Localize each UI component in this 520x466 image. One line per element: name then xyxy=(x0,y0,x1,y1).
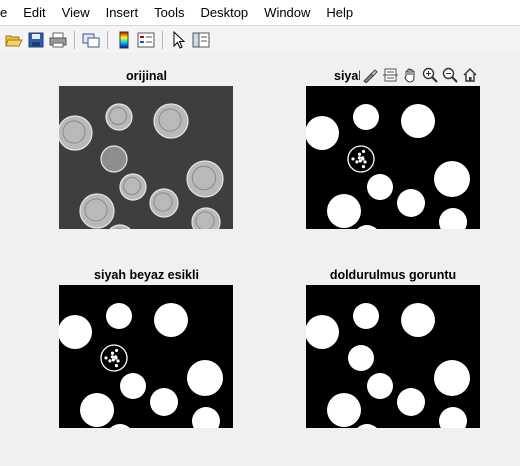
speckle xyxy=(116,359,120,363)
menu-desktop[interactable]: Desktop xyxy=(192,0,256,25)
menu-help[interactable]: Help xyxy=(318,0,361,25)
coin xyxy=(109,224,131,229)
coin-blob xyxy=(327,194,361,228)
coin-blob xyxy=(353,303,379,329)
coin-blob xyxy=(367,174,393,200)
data-cursor-icon[interactable] xyxy=(380,65,400,85)
speckle xyxy=(111,358,115,362)
menu-window[interactable]: Window xyxy=(256,0,318,25)
coin-blob xyxy=(348,345,374,371)
axes-2-title: siyal xyxy=(334,69,362,83)
speckle xyxy=(104,356,108,360)
axes-4-title: doldurulmus goruntu xyxy=(329,268,457,282)
coin-blob xyxy=(120,373,146,399)
original-coins-image xyxy=(59,103,224,229)
speckle xyxy=(355,160,359,164)
speckle xyxy=(114,355,118,359)
figure-toolbar xyxy=(0,25,520,54)
save-icon[interactable] xyxy=(26,30,46,50)
menu-edit[interactable]: Edit xyxy=(15,0,53,25)
filled-image xyxy=(306,303,470,428)
coin-blob xyxy=(397,388,425,416)
image-bw-thresholded[interactable] xyxy=(59,285,233,428)
pointer-icon[interactable] xyxy=(169,30,189,50)
axes-1-title: orijinal xyxy=(126,69,167,83)
print-icon[interactable] xyxy=(48,30,68,50)
image-original[interactable] xyxy=(59,86,233,229)
speckle xyxy=(108,359,112,363)
speckle xyxy=(357,156,361,160)
coin-blob xyxy=(106,303,132,329)
image-bw[interactable] xyxy=(306,86,480,229)
coin-blob xyxy=(401,104,435,138)
coin-blob xyxy=(439,208,467,229)
speckle xyxy=(361,149,366,154)
open-file-icon[interactable] xyxy=(4,30,24,50)
speckle xyxy=(363,160,367,164)
speckle xyxy=(110,351,115,355)
speckle xyxy=(361,156,365,160)
home-icon[interactable] xyxy=(460,65,480,85)
menu-tools[interactable]: Tools xyxy=(146,0,192,25)
menu-bar: e Edit View Insert Tools Desktop Window … xyxy=(0,0,520,25)
legend-icon[interactable] xyxy=(136,30,156,50)
coin-blob xyxy=(367,373,393,399)
speckle xyxy=(361,165,366,169)
coin-blob xyxy=(357,225,377,229)
toolbar-separator xyxy=(74,30,75,49)
speckle xyxy=(358,159,362,163)
speckle xyxy=(351,157,355,161)
bw-thresholded-image xyxy=(59,303,223,428)
coin-blob xyxy=(306,116,339,150)
speckle xyxy=(110,355,114,359)
coin-blob xyxy=(357,424,377,428)
property-editor-icon[interactable] xyxy=(191,30,211,50)
menu-view[interactable]: View xyxy=(54,0,98,25)
menu-insert[interactable]: Insert xyxy=(98,0,147,25)
bw-coins-image xyxy=(306,104,470,229)
coin-blob xyxy=(353,104,379,130)
speckle xyxy=(357,152,362,156)
coin-blob xyxy=(327,393,361,427)
link-plot-icon[interactable] xyxy=(81,30,101,50)
brush-icon[interactable] xyxy=(360,65,380,85)
coin-blob xyxy=(397,189,425,217)
toolbar-separator xyxy=(107,30,108,49)
pan-icon[interactable] xyxy=(400,65,420,85)
coin-blob xyxy=(434,161,470,197)
coin-blob xyxy=(192,407,220,428)
coin-blob xyxy=(434,360,470,396)
menu-file[interactable]: e xyxy=(0,0,15,25)
speckle xyxy=(114,364,119,368)
coin-blob xyxy=(306,315,339,349)
zoom-in-icon[interactable] xyxy=(420,65,440,85)
coin-blob xyxy=(80,393,114,427)
coin-blob xyxy=(110,424,130,428)
image-filled[interactable] xyxy=(306,285,480,428)
axes-3-title: siyah beyaz esikli xyxy=(94,268,199,282)
coin-blob xyxy=(401,303,435,337)
coin-blob xyxy=(154,303,188,337)
toolbar-separator xyxy=(162,30,163,49)
colorbar-icon[interactable] xyxy=(114,30,134,50)
figure-canvas: orijinal siyal siyah beyaz esikli doldur… xyxy=(0,53,520,466)
coin-blob xyxy=(187,360,223,396)
speckle xyxy=(114,348,119,353)
zoom-out-icon[interactable] xyxy=(440,65,460,85)
axes-toolbar xyxy=(360,65,480,85)
coin-blob xyxy=(150,388,178,416)
coin-blob xyxy=(59,315,92,349)
coin-blob xyxy=(439,407,467,428)
